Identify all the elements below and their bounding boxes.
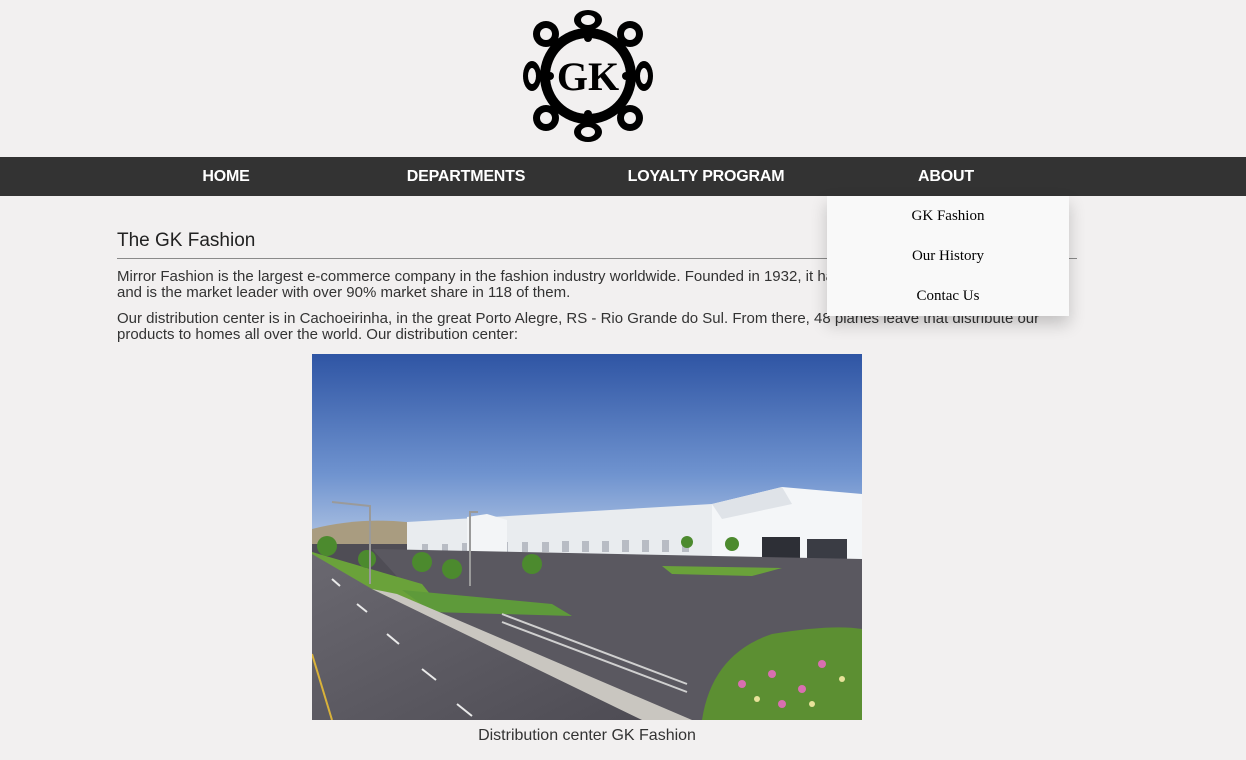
- nav-home[interactable]: HOME: [106, 157, 346, 196]
- nav-departments[interactable]: DEPARTMENTS: [346, 157, 586, 196]
- logo-text: GK: [557, 54, 619, 99]
- dropdown-item-contact-us[interactable]: Contac Us: [827, 276, 1069, 316]
- nav-about[interactable]: ABOUT: [826, 157, 1066, 196]
- dropdown-item-gk-fashion[interactable]: GK Fashion: [827, 196, 1069, 236]
- about-dropdown-menu: GK Fashion Our History Contac Us: [827, 196, 1069, 316]
- dropdown-item-our-history[interactable]: Our History: [827, 236, 1069, 276]
- figure-caption: Distribution center GK Fashion: [478, 727, 696, 744]
- gk-logo[interactable]: GK: [522, 8, 654, 144]
- distribution-center-photo: [312, 354, 862, 720]
- main-navbar: HOME DEPARTMENTS LOYALTY PROGRAM ABOUT: [0, 157, 1246, 196]
- header: GK: [0, 0, 1246, 157]
- nav-loyalty-program[interactable]: LOYALTY PROGRAM: [586, 157, 826, 196]
